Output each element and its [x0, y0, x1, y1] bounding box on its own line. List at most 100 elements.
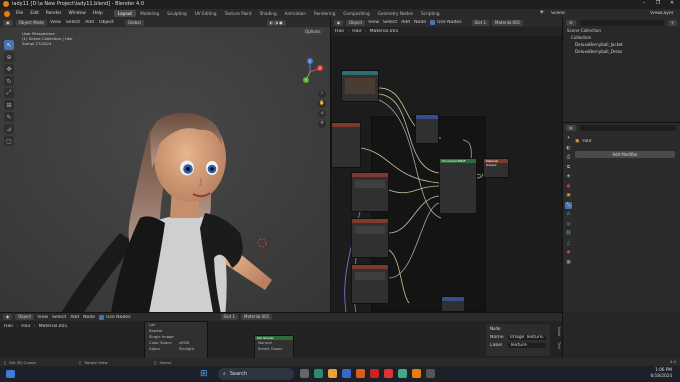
- mapping-node[interactable]: [441, 296, 465, 312]
- viewlayer-selector[interactable]: ViewLayer: [650, 11, 674, 16]
- tab-animation[interactable]: Animation: [281, 10, 310, 17]
- blender-menu-icon[interactable]: [4, 10, 10, 17]
- add-modifier-button[interactable]: Add Modifier: [575, 151, 675, 158]
- close-button[interactable]: ✕: [666, 0, 678, 9]
- scene-selector[interactable]: Scene: [551, 11, 565, 16]
- material-tab-icon[interactable]: ◉: [565, 249, 572, 256]
- constraints-tab-icon[interactable]: ⛓: [565, 230, 572, 237]
- outliner-root[interactable]: Scene Collection: [563, 27, 680, 34]
- maximize-button[interactable]: ❐: [652, 0, 664, 9]
- data-tab-icon[interactable]: △: [565, 240, 572, 247]
- viewport-menu-add[interactable]: Add: [85, 20, 94, 25]
- tool-tab-icon[interactable]: ✦: [565, 135, 572, 142]
- outliner-search-input[interactable]: [578, 19, 665, 26]
- add-cube-tool-icon[interactable]: ▢: [4, 136, 14, 146]
- viewport-options[interactable]: Options: [302, 29, 324, 35]
- cursor-tool-icon[interactable]: ⊕: [4, 52, 14, 62]
- rotate-tool-icon[interactable]: ↻: [4, 76, 14, 86]
- texture-tab-icon[interactable]: ▦: [565, 259, 572, 266]
- principled-bsdf-node[interactable]: Principled BSDF: [439, 158, 477, 214]
- bottom-material-selector[interactable]: Material.001: [241, 314, 273, 320]
- bottom-menu-add[interactable]: Add: [70, 315, 79, 320]
- minimize-button[interactable]: –: [638, 0, 650, 9]
- side-tab-node[interactable]: Node: [557, 327, 561, 336]
- mix-shader-node[interactable]: Mix Shader Normal Smart Guess: [254, 335, 294, 359]
- tab-layout[interactable]: Layout: [113, 10, 137, 17]
- bottom-use-nodes-checkbox[interactable]: [99, 314, 105, 320]
- object-tab-icon[interactable]: ▣: [565, 192, 572, 199]
- widgets-icon[interactable]: [6, 370, 15, 378]
- app-icon-gray[interactable]: [426, 369, 435, 378]
- transform-tool-icon[interactable]: ⊞: [4, 100, 14, 110]
- bottom-editor-type-button[interactable]: ◆: [3, 314, 13, 320]
- material-output-node[interactable]: Material Output: [483, 158, 509, 178]
- taskview-icon[interactable]: [300, 369, 309, 378]
- particles-tab-icon[interactable]: ⁂: [565, 211, 572, 218]
- tab-compositing[interactable]: Compositing: [339, 10, 373, 17]
- scale-tool-icon[interactable]: ⤢: [4, 88, 14, 98]
- physics-tab-icon[interactable]: ◎: [565, 221, 572, 228]
- bottom-menu-node[interactable]: Node: [83, 315, 95, 320]
- menu-window[interactable]: Window: [69, 11, 86, 16]
- tab-shading[interactable]: Shading: [256, 10, 281, 17]
- filter-icon[interactable]: ⚲: [668, 19, 677, 26]
- tab-uv-editing[interactable]: UV Editing: [191, 10, 221, 17]
- editor-type-button[interactable]: ▣: [3, 19, 13, 26]
- viewport-menu-select[interactable]: Select: [66, 20, 80, 25]
- texture-node-2[interactable]: [351, 218, 389, 258]
- menu-help[interactable]: Help: [93, 11, 103, 16]
- view-layer-tab-icon[interactable]: ⧉: [565, 164, 572, 171]
- viewport-shading-buttons[interactable]: ◐ ◑ ●: [266, 19, 286, 26]
- image-texture-settings-node[interactable]: Lat Repeat Single Image Color Space sRGB …: [144, 321, 208, 359]
- bottom-object-selector[interactable]: Object: [15, 314, 35, 320]
- move-tool-icon[interactable]: ✥: [4, 64, 14, 74]
- netflix-icon[interactable]: [370, 369, 379, 378]
- modifier-tab-icon[interactable]: 🔧: [565, 201, 572, 209]
- file-explorer-icon[interactable]: [328, 369, 337, 378]
- blender-taskbar-icon[interactable]: [412, 369, 421, 378]
- store-icon[interactable]: [342, 369, 351, 378]
- image-texture-node[interactable]: [341, 70, 379, 102]
- transform-orientation[interactable]: Global: [124, 19, 144, 26]
- node-label-field[interactable]: Texture: [508, 342, 546, 348]
- grid-icon[interactable]: #: [318, 120, 326, 128]
- outliner-item-jacket[interactable]: DeluxeBernyball_Jacket: [563, 41, 680, 48]
- smart-guess-field[interactable]: Smart Guess: [255, 346, 293, 352]
- texture-node-left[interactable]: [331, 122, 361, 168]
- camera-icon[interactable]: ⌂: [318, 110, 326, 118]
- annotate-tool-icon[interactable]: ✎: [4, 112, 14, 122]
- edge-icon[interactable]: [314, 369, 323, 378]
- tab-sculpting[interactable]: Sculpting: [163, 10, 191, 17]
- side-tab-tool[interactable]: Tool: [557, 342, 561, 349]
- tab-texture-paint[interactable]: Texture Paint: [221, 10, 256, 17]
- start-windows-icon[interactable]: ⊞: [200, 369, 210, 379]
- properties-search-input[interactable]: [578, 124, 676, 131]
- select-tool-icon[interactable]: ↖: [4, 40, 14, 50]
- menu-render[interactable]: Render: [46, 11, 62, 16]
- texture-node-3[interactable]: [351, 264, 389, 304]
- firefox-icon[interactable]: [356, 369, 365, 378]
- taskbar-search-box[interactable]: ⌕ Search: [218, 368, 294, 380]
- render-tab-icon[interactable]: ◧: [565, 145, 572, 152]
- tab-modeling[interactable]: Modeling: [136, 10, 163, 17]
- viewport-menu-view[interactable]: View: [50, 20, 61, 25]
- properties-type-button[interactable]: ▤: [566, 124, 576, 131]
- navigation-gizmo-icon[interactable]: X Y Z: [296, 58, 324, 86]
- node-field[interactable]: Alpha Straight: [145, 346, 207, 352]
- bottom-slot-selector[interactable]: Slot 1: [220, 314, 239, 320]
- tab-rendering[interactable]: Rendering: [310, 10, 339, 17]
- shader-node-editor[interactable]: ◆ Object View Select Add Node Use Nodes …: [330, 18, 562, 312]
- tab-scripting[interactable]: Scripting: [417, 10, 444, 17]
- mix-node[interactable]: [415, 114, 439, 144]
- bottom-menu-select[interactable]: Select: [52, 315, 66, 320]
- zoom-icon[interactable]: ⌕: [318, 90, 326, 98]
- world-tab-icon[interactable]: ●: [565, 183, 572, 190]
- app-icon-red[interactable]: [384, 369, 393, 378]
- node-name-field[interactable]: Image Texture.: [508, 334, 546, 340]
- bottom-node-editor[interactable]: ◆ Object View Select Add Node Use Nodes …: [0, 312, 562, 359]
- output-tab-icon[interactable]: ⎙: [565, 154, 572, 161]
- menu-edit[interactable]: Edit: [30, 11, 39, 16]
- mode-selector[interactable]: Object Mode: [15, 19, 47, 26]
- viewport-3d[interactable]: ▣ Object Mode View Select Add Object Glo…: [0, 18, 330, 312]
- tab-geometry-nodes[interactable]: Geometry Nodes: [374, 10, 417, 17]
